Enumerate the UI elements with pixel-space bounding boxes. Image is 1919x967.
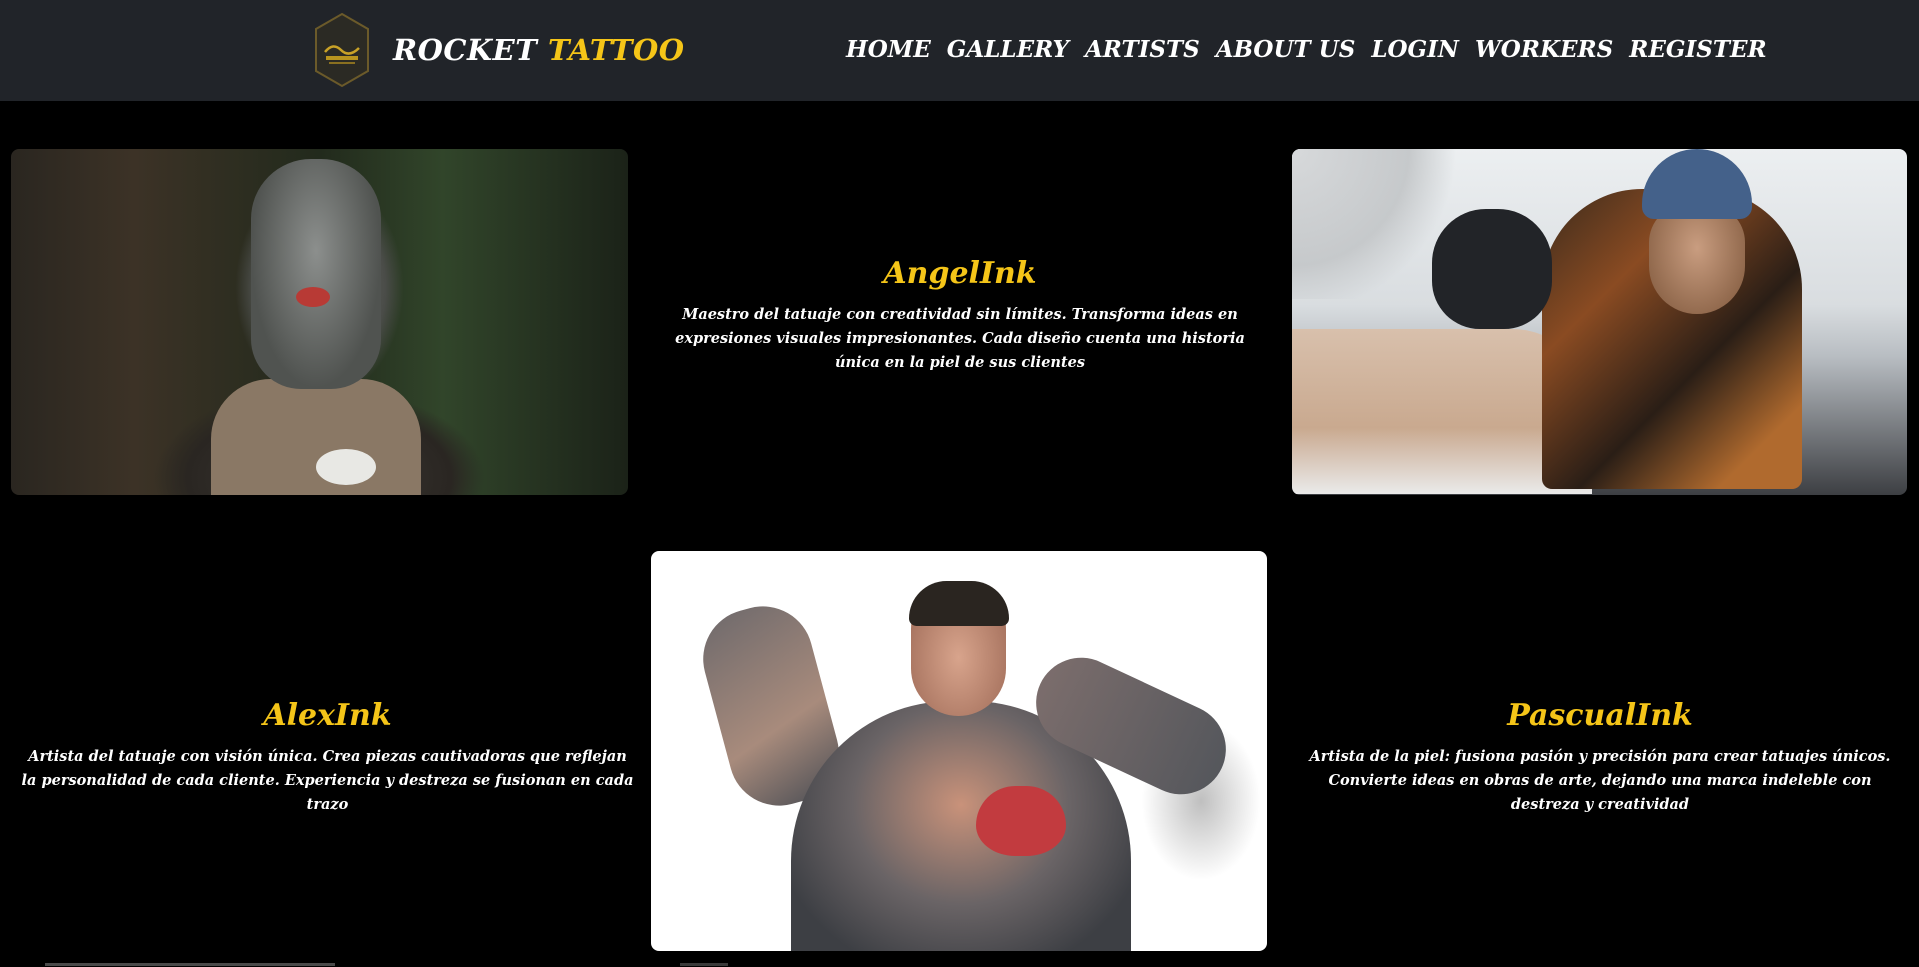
brand-name[interactable]: ROCKET TATTOO bbox=[393, 33, 685, 67]
photo-detail bbox=[211, 379, 421, 495]
nav-about-us[interactable]: ABOUT US bbox=[1208, 30, 1364, 69]
nav-home[interactable]: HOME bbox=[838, 30, 939, 69]
artist-photo-tattooing bbox=[1292, 149, 1907, 495]
photo-detail bbox=[296, 287, 330, 307]
photo-detail bbox=[316, 449, 376, 485]
artist-photo-alexink bbox=[651, 551, 1267, 951]
nav-login[interactable]: LOGIN bbox=[1363, 30, 1467, 69]
artist-card-pascualink: PascualInk Artista de la piel: fusiona p… bbox=[1295, 698, 1905, 817]
brand[interactable]: ROCKET TATTOO bbox=[313, 10, 685, 90]
artist-description: Artista de la piel: fusiona pasión y pre… bbox=[1309, 748, 1891, 813]
rocket-tattoo-logo-icon[interactable] bbox=[313, 12, 371, 88]
artist-card-alexink: AlexInk Artista del tatuaje con visión ú… bbox=[20, 698, 635, 817]
artist-photo-angelink bbox=[11, 149, 628, 495]
artist-description: Maestro del tatuaje con creatividad sin … bbox=[675, 306, 1245, 371]
nav-register[interactable]: REGISTER bbox=[1621, 30, 1774, 69]
nav-artists[interactable]: ARTISTS bbox=[1077, 30, 1208, 69]
brand-name-primary: ROCKET bbox=[393, 33, 538, 67]
artist-name: PascualInk bbox=[1507, 698, 1693, 733]
photo-detail bbox=[1642, 149, 1752, 219]
photo-detail bbox=[1432, 209, 1552, 329]
photo-detail bbox=[1649, 204, 1745, 314]
artist-card-angelink: AngelInk Maestro del tatuaje con creativ… bbox=[660, 256, 1260, 375]
scrollbar-thumb[interactable] bbox=[680, 963, 728, 966]
photo-detail bbox=[251, 159, 381, 389]
nav-workers[interactable]: WORKERS bbox=[1467, 30, 1621, 69]
brand-name-accent: TATTOO bbox=[547, 33, 685, 67]
artist-name: AlexInk bbox=[263, 698, 392, 733]
photo-detail bbox=[909, 581, 1009, 626]
main-nav: HOME GALLERY ARTISTS ABOUT US LOGIN WORK… bbox=[838, 30, 1775, 69]
top-navbar: ROCKET TATTOO HOME GALLERY ARTISTS ABOUT… bbox=[0, 0, 1919, 101]
artist-name: AngelInk bbox=[883, 256, 1037, 291]
photo-detail bbox=[976, 786, 1066, 856]
scrollbar-thumb[interactable] bbox=[45, 963, 335, 966]
nav-gallery[interactable]: GALLERY bbox=[939, 30, 1077, 69]
artist-description: Artista del tatuaje con visión única. Cr… bbox=[21, 748, 634, 813]
